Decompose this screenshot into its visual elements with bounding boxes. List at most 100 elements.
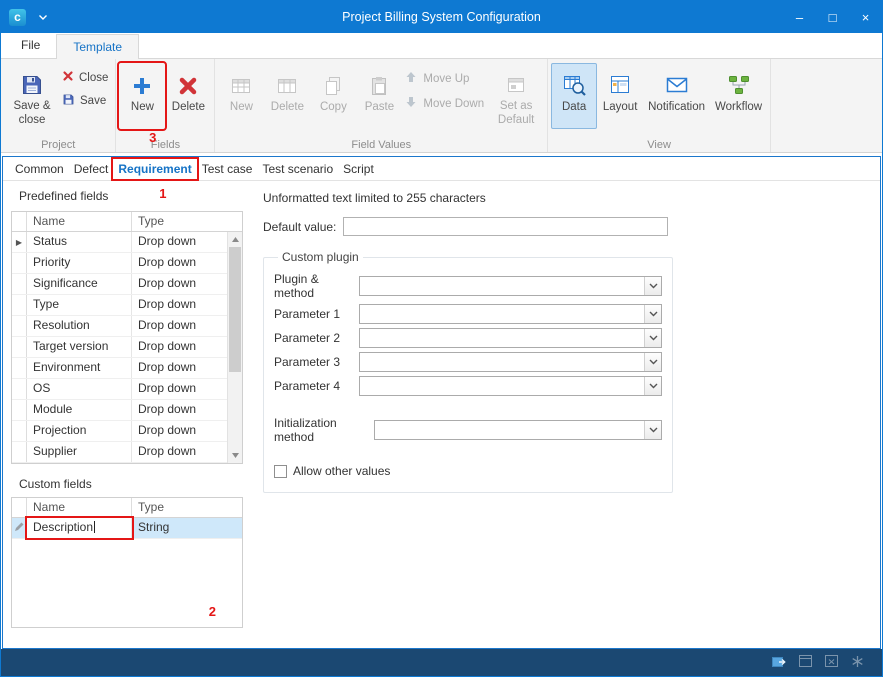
- window-title: Project Billing System Configuration: [1, 10, 882, 24]
- default-value-label: Default value:: [263, 220, 343, 234]
- scrollbar-thumb[interactable]: [229, 247, 241, 372]
- set-as-default-button: Set as Default: [488, 63, 544, 129]
- dropdown-button[interactable]: [644, 277, 661, 295]
- allow-other-values-checkbox[interactable]: [274, 465, 287, 478]
- table-row[interactable]: ▶ Status Drop down: [12, 232, 242, 253]
- delete-field-button[interactable]: Delete: [165, 63, 211, 129]
- new-field-button[interactable]: New 3: [119, 63, 165, 129]
- minimize-button[interactable]: –: [783, 1, 816, 33]
- title-bar: c Project Billing System Configuration –…: [1, 1, 882, 33]
- view-layout-button[interactable]: Layout: [597, 63, 643, 129]
- window-close-icon[interactable]: [825, 655, 838, 670]
- column-header-type[interactable]: Type: [132, 212, 242, 231]
- move-down-button: Move Down: [404, 95, 484, 112]
- plugin-method-label: Plugin & method: [274, 272, 359, 300]
- group-label-field-values: Field Values: [215, 139, 547, 151]
- table-row[interactable]: Supplier Drop down: [12, 442, 242, 463]
- arrow-down-icon: [404, 95, 418, 112]
- dropdown-button[interactable]: [644, 421, 661, 439]
- save-icon: [62, 93, 75, 109]
- column-header-type[interactable]: Type: [132, 498, 242, 517]
- tab-template[interactable]: Template: [56, 34, 139, 59]
- view-notification-button[interactable]: Notification: [643, 63, 710, 129]
- vertical-scrollbar[interactable]: [227, 232, 242, 463]
- move-up-button: Move Up: [404, 70, 484, 87]
- parameter1-combo[interactable]: [359, 304, 662, 324]
- table-row[interactable]: Priority Drop down: [12, 253, 242, 274]
- scrollbar-track[interactable]: [228, 247, 242, 448]
- layout-icon: [607, 68, 633, 98]
- close-template-button[interactable]: Close: [62, 70, 108, 85]
- parameter2-combo[interactable]: [359, 328, 662, 348]
- allow-other-values-label: Allow other values: [293, 464, 390, 478]
- custom-fields-title: Custom fields: [19, 477, 243, 491]
- save-button[interactable]: Save: [62, 93, 108, 109]
- initialization-method-label: Initialization method: [274, 416, 374, 444]
- window-icon[interactable]: [799, 655, 812, 670]
- plus-icon: [130, 68, 154, 98]
- tab-requirement[interactable]: Requirement 1: [113, 159, 196, 179]
- dropdown-button[interactable]: [644, 377, 661, 395]
- table-row[interactable]: OS Drop down: [12, 379, 242, 400]
- arrow-up-icon: [404, 70, 418, 87]
- table-row[interactable]: Significance Drop down: [12, 274, 242, 295]
- save-and-close-button[interactable]: Save & close: [4, 63, 60, 129]
- fields-panel: Predefined fields Name Type ▶ Status Dro…: [3, 181, 251, 648]
- close-button[interactable]: ×: [849, 1, 882, 33]
- parameter4-label: Parameter 4: [274, 379, 359, 393]
- ribbon-group-project: Save & close Close Save Project: [1, 59, 116, 152]
- dropdown-button[interactable]: [644, 353, 661, 371]
- field-type-description: Unformatted text limited to 255 characte…: [263, 191, 866, 205]
- table-row[interactable]: Resolution Drop down: [12, 316, 242, 337]
- data-grid-search-icon: [561, 68, 587, 98]
- table-header: Name Type: [12, 498, 242, 518]
- delete-field-label: Delete: [172, 101, 205, 115]
- scroll-up-button[interactable]: [228, 232, 242, 247]
- dropdown-button[interactable]: [644, 305, 661, 323]
- ribbon-group-field-values: New Delete Copy Paste: [215, 59, 548, 152]
- tab-file[interactable]: File: [5, 33, 56, 58]
- parameter3-combo[interactable]: [359, 352, 662, 372]
- column-header-name[interactable]: Name: [27, 212, 132, 231]
- share-icon[interactable]: [772, 655, 786, 670]
- quick-access-chevron-icon[interactable]: [38, 14, 48, 21]
- ribbon: Save & close Close Save Project New: [1, 58, 882, 153]
- new-field-label: New: [131, 101, 154, 115]
- field-name-edit-cell[interactable]: Description 4: [27, 518, 132, 538]
- scroll-down-button[interactable]: [228, 448, 242, 463]
- tab-common[interactable]: Common: [10, 159, 69, 179]
- custom-fields-table: Name Type Description 4 String 2: [11, 497, 243, 628]
- asterisk-icon[interactable]: [851, 655, 864, 671]
- table-row[interactable]: Projection Drop down: [12, 421, 242, 442]
- tab-test-scenario[interactable]: Test scenario: [257, 159, 338, 179]
- view-data-button[interactable]: Data: [551, 63, 597, 129]
- workflow-icon: [726, 68, 752, 98]
- column-header-name[interactable]: Name: [27, 498, 132, 517]
- maximize-button[interactable]: □: [816, 1, 849, 33]
- dropdown-button[interactable]: [644, 329, 661, 347]
- paste-icon: [367, 68, 391, 98]
- initialization-method-combo[interactable]: [374, 420, 662, 440]
- tab-test-case[interactable]: Test case: [197, 159, 258, 179]
- save-icon: [20, 68, 44, 97]
- tab-script[interactable]: Script: [338, 159, 379, 179]
- group-label-project: Project: [1, 139, 115, 151]
- parameter4-combo[interactable]: [359, 376, 662, 396]
- field-type-cell[interactable]: String: [132, 518, 242, 538]
- view-workflow-button[interactable]: Workflow: [710, 63, 767, 129]
- table-row[interactable]: Module Drop down: [12, 400, 242, 421]
- default-value-input[interactable]: [343, 217, 668, 236]
- table-row[interactable]: Target version Drop down: [12, 337, 242, 358]
- plugin-method-combo[interactable]: [359, 276, 662, 296]
- app-logo-icon: c: [9, 9, 26, 26]
- table-row[interactable]: Type Drop down: [12, 295, 242, 316]
- copy-button: Copy: [310, 63, 356, 129]
- group-label-fields: Fields: [116, 139, 214, 151]
- tab-defect[interactable]: Defect: [69, 159, 114, 179]
- annotation-number-1: 1: [159, 184, 166, 204]
- save-and-close-label: Save & close: [9, 100, 55, 128]
- annotation-number-3: 3: [149, 130, 156, 145]
- group-label-view: View: [548, 139, 770, 151]
- table-row[interactable]: Description 4 String: [12, 518, 242, 539]
- table-row[interactable]: Environment Drop down: [12, 358, 242, 379]
